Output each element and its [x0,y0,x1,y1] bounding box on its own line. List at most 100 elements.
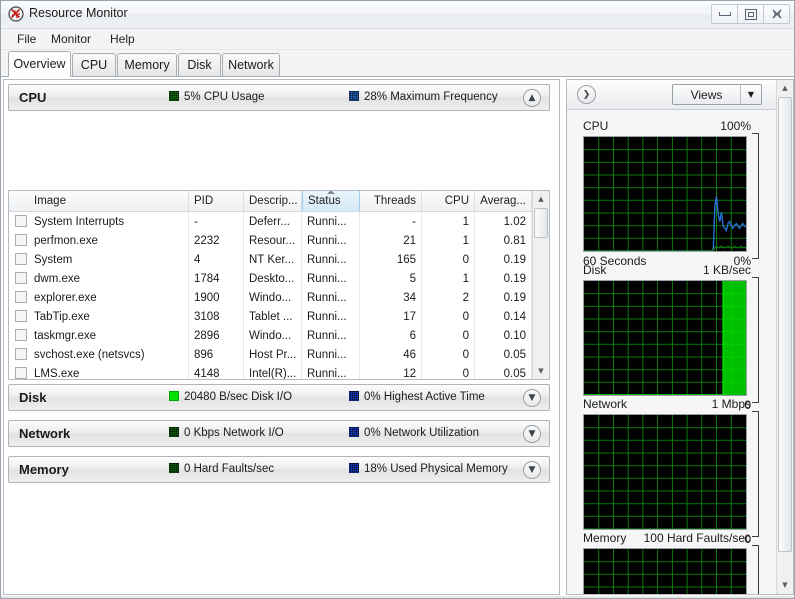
column-header-image[interactable]: Image [9,191,189,211]
column-header-cpu[interactable]: CPU [422,191,475,211]
cell-image: explorer.exe [9,288,189,307]
cell-status: Runni... [302,345,360,364]
cell-image: perfmon.exe [9,231,189,250]
cell-average: 0.05 [475,364,532,379]
section-header-cpu[interactable]: CPU 5% CPU Usage 28% Maximum Frequency ▲ [8,84,550,111]
close-icon [772,9,781,19]
maximize-icon [744,8,757,20]
menu-item-file[interactable]: File [11,32,42,46]
table-row[interactable]: System Interrupts - Deferr... Runni... -1 1.0… [9,212,549,231]
tab-disk[interactable]: Disk [178,53,221,77]
cell-image: LMS.exe [9,364,189,379]
menu-item-help[interactable]: Help [104,32,141,46]
legend-swatch-icon [169,391,179,401]
cell-pid: - [189,212,244,231]
table-row[interactable]: svchost.exe (netsvcs) 896 Host Pr... Runni.… [9,345,549,364]
scroll-up-arrow[interactable]: ▲ [533,191,549,207]
section-title-memory: Memory [19,462,69,477]
column-header-threads[interactable]: Threads [360,191,422,211]
column-header-pid[interactable]: PID [189,191,244,211]
resource-monitor-icon [8,6,24,22]
cell-cpu: 0 [422,345,475,364]
graph-canvas-network-graph [583,414,747,530]
views-button[interactable]: Views ▼ [672,84,762,105]
cell-average: 0.19 [475,250,532,269]
tab-memory[interactable]: Memory [117,53,177,77]
resource-monitor-window: Resource Monitor File Monitor Help Overvie… [0,0,795,599]
cell-desc: Resour... [244,231,302,250]
cell-pid: 4148 [189,364,244,379]
cell-pid: 896 [189,345,244,364]
graphs-right-pane: ❯ Views ▼ CPU 100% 0% 60 Seconds Disk 1 KB/se… [566,79,794,595]
minimize-button[interactable] [711,4,738,24]
tab-overview[interactable]: Overview [8,51,71,77]
section-stat-cpu-1: 28% Maximum Frequency [349,91,498,103]
cell-desc: Intel(R)... [244,364,302,379]
section-stat-disk-0: 20480 B/sec Disk I/O [169,391,292,403]
cell-status: Runni... [302,364,360,379]
table-row[interactable]: System 4 NT Ker... Runni... 165 0 0.19 [9,250,549,269]
table-row[interactable]: dwm.exe 1784 Deskto... Runni... 5 1 0.19 [9,269,549,288]
cell-pid: 3108 [189,307,244,326]
graph-canvas-disk-graph [583,280,747,396]
window-title: Resource Monitor [29,6,128,20]
window-bottom-edge [1,596,794,598]
right-scroll-down-arrow[interactable]: ▼ [777,577,793,593]
menu-bar: File Monitor Help [1,29,794,50]
cell-status: Runni... [302,288,360,307]
graph-ymax-label-memory-graph: 100 Hard Faults/sec [643,531,751,545]
column-header-status[interactable]: Status [302,191,360,211]
chevron-down-icon[interactable]: ▼ [523,425,541,443]
legend-swatch-icon [349,91,359,101]
cell-desc: Tablet ... [244,307,302,326]
table-row[interactable]: taskmgr.exe 2896 Windo... Runni... 6 0 0.10 [9,326,549,345]
window-controls [711,4,790,24]
column-header-average[interactable]: Averag... [475,191,532,211]
chevron-down-icon[interactable]: ▼ [523,461,541,479]
section-title-network: Network [19,426,71,441]
table-row[interactable]: perfmon.exe 2232 Resour... Runni... 21 1 0.81 [9,231,549,250]
graph-canvas-memory-graph [583,548,747,594]
section-stat-label: 28% Maximum Frequency [364,91,498,103]
scroll-thumb[interactable] [534,208,548,238]
section-stat-memory-1: 18% Used Physical Memory [349,463,508,475]
maximize-button[interactable] [737,4,764,24]
section-header-memory[interactable]: Memory 0 Hard Faults/sec 18% Used Physical… [8,456,550,483]
menu-item-monitor[interactable]: Monitor [45,32,97,46]
chevron-right-icon[interactable]: ❯ [577,85,596,104]
section-header-disk[interactable]: Disk 20480 B/sec Disk I/O 0% Highest Activ… [8,384,550,411]
process-table-scrollbar[interactable]: ▲ ▼ [532,191,549,379]
tab-cpu[interactable]: CPU [72,53,116,77]
close-button[interactable] [763,4,790,24]
process-table: Image PID Descrip... Status Threads CPU Averag… [8,190,550,380]
graph-block-memory-graph: Memory 100 Hard Faults/sec [567,531,777,594]
graph-block-network-graph: Network 1 Mbps 0 [567,397,777,551]
section-stat-label: 0% Highest Active Time [364,391,485,403]
tab-strip: Overview CPU Memory Disk Network [1,50,794,77]
right-pane-scrollbar[interactable]: ▲ ▼ [776,80,793,594]
chevron-up-icon[interactable]: ▲ [523,89,541,107]
column-header-desc[interactable]: Descrip... [244,191,302,211]
right-scroll-up-arrow[interactable]: ▲ [777,80,793,96]
title-bar: Resource Monitor [1,1,794,29]
table-row[interactable]: LMS.exe 4148 Intel(R)... Runni... 12 0 0.05 [9,364,549,379]
section-stat-network-0: 0 Kbps Network I/O [169,427,284,439]
caret-down-icon[interactable]: ▼ [740,85,761,104]
table-row[interactable]: explorer.exe 1900 Windo... Runni... 34 2 0.19 [9,288,549,307]
section-header-network[interactable]: Network 0 Kbps Network I/O 0% Network Util… [8,420,550,447]
cell-average: 1.02 [475,212,532,231]
chevron-down-icon[interactable]: ▼ [523,389,541,407]
cell-image: System [9,250,189,269]
cell-threads: 165 [360,250,422,269]
cell-desc: Host Pr... [244,345,302,364]
table-row[interactable]: TabTip.exe 3108 Tablet ... Runni... 17 0 0.14 [9,307,549,326]
cell-pid: 4 [189,250,244,269]
legend-swatch-icon [349,391,359,401]
scroll-down-arrow[interactable]: ▼ [533,363,549,379]
right-scroll-thumb[interactable] [778,97,792,552]
cell-status: Runni... [302,231,360,250]
cell-cpu: 0 [422,326,475,345]
cell-average: 0.81 [475,231,532,250]
tab-network[interactable]: Network [222,53,280,77]
legend-swatch-icon [349,463,359,473]
